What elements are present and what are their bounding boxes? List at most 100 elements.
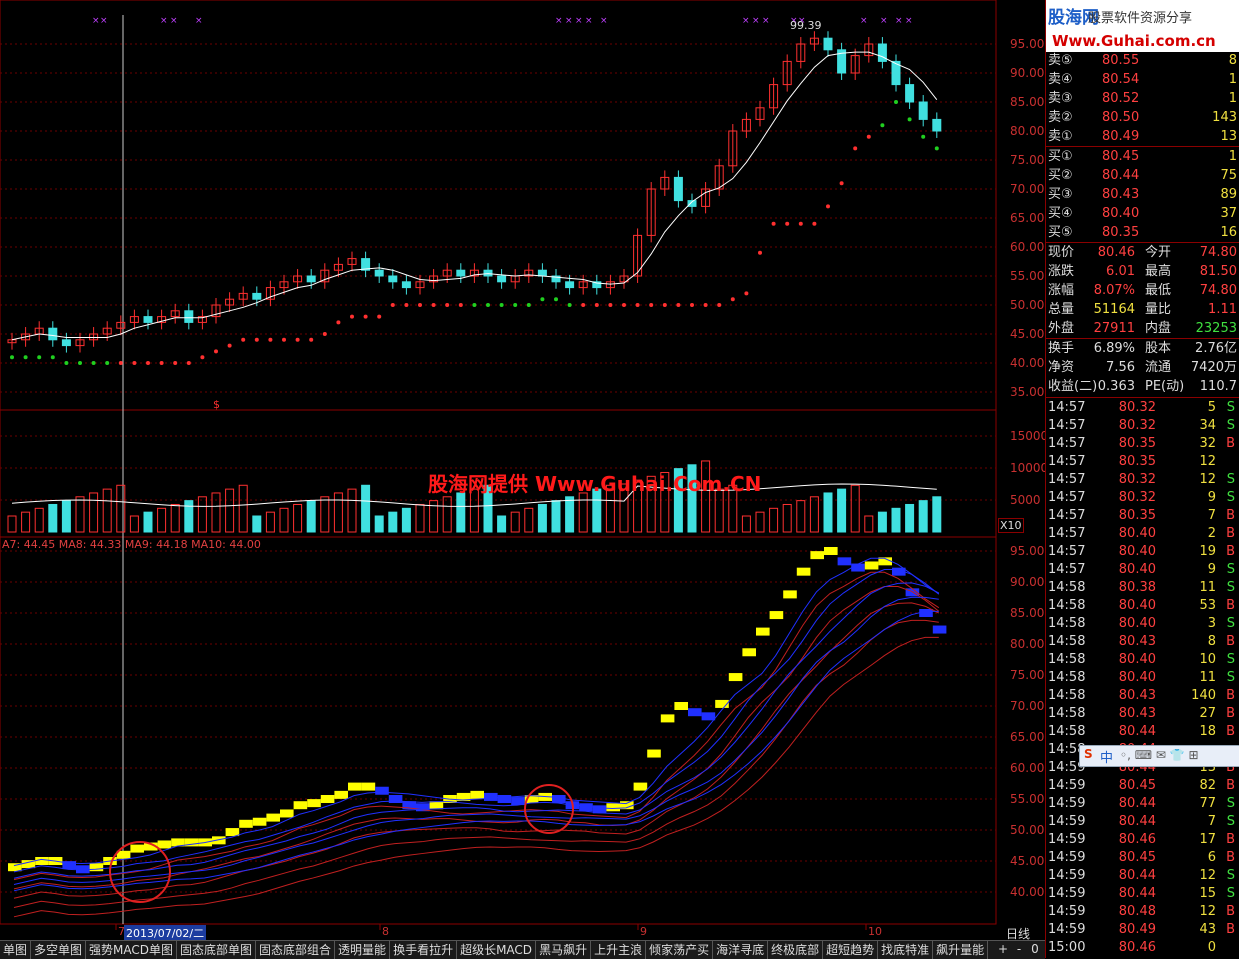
tick-row[interactable]: 14:57 80.40 9 S xyxy=(1046,561,1239,579)
site-logo[interactable]: 股海网 股票软件资源分享 Www.Guhai.com.cn xyxy=(1046,0,1239,52)
price-panel-frame xyxy=(0,0,997,411)
indicator-tab[interactable]: 单图 xyxy=(0,941,32,959)
volume-bar xyxy=(347,488,357,533)
indicator-tab[interactable]: 透明量能 xyxy=(335,941,391,959)
indicator-tab[interactable]: 海洋寻底 xyxy=(713,941,769,959)
indicator-tab[interactable]: 固态底部组合 xyxy=(256,941,336,959)
indicator-tab[interactable]: 上升主浪 xyxy=(591,941,647,959)
trend-step-down xyxy=(701,712,716,721)
tick-row[interactable]: 14:59 80.46 17 B xyxy=(1046,831,1239,849)
lower-band-line xyxy=(13,619,939,908)
tick-price: 80.40 xyxy=(1118,562,1156,577)
fund-value: 6.89% xyxy=(1093,341,1135,356)
stat-row[interactable]: 总量 51164 量比 1.11 xyxy=(1046,301,1239,319)
stat-row[interactable]: 涨幅 8.07% 最低 74.80 xyxy=(1046,282,1239,300)
tick-row[interactable]: 14:58 80.40 10 S xyxy=(1046,651,1239,669)
indicator-tab[interactable]: 超短趋势 xyxy=(823,941,879,959)
indicator-tab[interactable]: 找底特准 xyxy=(878,941,934,959)
tick-side: S xyxy=(1226,868,1235,883)
sell-row[interactable]: 卖③ 80.52 1 xyxy=(1046,90,1239,108)
sell-row[interactable]: 卖④ 80.54 1 xyxy=(1046,71,1239,89)
tick-row[interactable]: 14:58 80.40 3 S xyxy=(1046,615,1239,633)
tick-row[interactable]: 14:59 80.49 43 B xyxy=(1046,921,1239,939)
tick-row[interactable]: 14:57 80.32 12 S xyxy=(1046,471,1239,489)
fund-row[interactable]: 收益(二) 0.363 PE(动) 110.7 xyxy=(1046,378,1239,396)
trend-step-up xyxy=(225,828,240,837)
tick-row[interactable]: 14:57 80.32 9 S xyxy=(1046,489,1239,507)
tick-row[interactable]: 14:58 80.40 53 B xyxy=(1046,597,1239,615)
tick-time: 14:58 xyxy=(1048,598,1086,613)
ime-mode-label[interactable]: 中 xyxy=(1100,747,1113,766)
buy-row[interactable]: 买④ 80.40 37 xyxy=(1046,205,1239,223)
stat-row[interactable]: 涨跌 6.01 最高 81.50 xyxy=(1046,263,1239,281)
trend-step-down xyxy=(688,708,702,717)
volume-bar xyxy=(374,515,384,533)
tick-row[interactable]: 14:59 80.44 15 S xyxy=(1046,885,1239,903)
tick-row[interactable]: 14:58 80.43 8 B xyxy=(1046,633,1239,651)
tick-row[interactable]: 14:59 80.44 7 S xyxy=(1046,813,1239,831)
stat-key-2: 内盘 xyxy=(1145,321,1172,336)
tick-row[interactable]: 14:57 80.35 7 B xyxy=(1046,507,1239,525)
indicator-tab[interactable]: 固态底部单图 xyxy=(177,941,257,959)
ime-tools-icon[interactable]: ◦, ⌨ ✉ 👕 ⊞ xyxy=(1120,748,1199,762)
volume-bar xyxy=(89,492,99,533)
indicator-tab-bar: 单图 多空单图 强势MACD单图 固态底部单图 固态底部组合 透明量能 换手看拉升 超级长MA… xyxy=(0,940,1045,959)
fund-row[interactable]: 换手 6.89% 股本 2.76亿 xyxy=(1046,340,1239,358)
indicator-tab[interactable]: 飙升量能 xyxy=(933,941,989,959)
buy-row[interactable]: 买② 80.44 75 xyxy=(1046,167,1239,185)
tick-row[interactable]: 14:57 80.32 34 S xyxy=(1046,417,1239,435)
volume-bar xyxy=(143,511,153,533)
tick-row[interactable]: 14:57 80.40 2 B xyxy=(1046,525,1239,543)
stat-row[interactable]: 现价 80.46 今开 74.80 xyxy=(1046,244,1239,262)
support-dot-red xyxy=(730,297,735,302)
tick-row[interactable]: 14:58 80.43 27 B xyxy=(1046,705,1239,723)
tick-row[interactable]: 14:58 80.43 140 B xyxy=(1046,687,1239,705)
tick-row[interactable]: 14:57 80.40 19 B xyxy=(1046,543,1239,561)
tab-control-button[interactable]: - xyxy=(1011,941,1027,958)
tick-row[interactable]: 14:59 80.44 12 S xyxy=(1046,867,1239,885)
volume-bar xyxy=(293,503,303,533)
price-axis-label: 80.00 xyxy=(1010,124,1045,138)
trend-step-up xyxy=(334,790,348,799)
stat-value-2: 74.80 xyxy=(1199,245,1237,260)
stat-key-2: 最低 xyxy=(1145,283,1172,298)
tick-row[interactable]: 14:58 80.44 18 B xyxy=(1046,723,1239,741)
tick-row[interactable]: 14:59 80.45 6 B xyxy=(1046,849,1239,867)
tick-side: B xyxy=(1226,850,1235,865)
tab-control-button[interactable]: + xyxy=(995,941,1011,958)
indicator-axis-label: 65.00 xyxy=(1010,730,1045,744)
buy-level-label: 买③ xyxy=(1048,187,1073,202)
fund-row[interactable]: 净资 7.56 流通 7420万 xyxy=(1046,359,1239,377)
buy-row[interactable]: 买⑤ 80.35 16 xyxy=(1046,224,1239,242)
indicator-tab[interactable]: 强势MACD单图 xyxy=(86,941,178,959)
indicator-tab[interactable]: 黑马飙升 xyxy=(536,941,592,959)
indicator-tab[interactable]: 换手看拉升 xyxy=(390,941,458,959)
signal-marker: × xyxy=(92,16,100,26)
buy-row[interactable]: 买③ 80.43 89 xyxy=(1046,186,1239,204)
ime-toolbar[interactable]: S 中 ◦, ⌨ ✉ 👕 ⊞ xyxy=(1079,745,1239,767)
indicator-tab[interactable]: 多空单图 xyxy=(31,941,87,959)
tick-side: B xyxy=(1226,922,1235,937)
tick-row[interactable]: 14:58 80.38 11 S xyxy=(1046,579,1239,597)
tick-row[interactable]: 15:00 80.46 0 xyxy=(1046,939,1239,957)
tab-control-button[interactable]: 0 xyxy=(1027,941,1043,958)
tick-price: 80.49 xyxy=(1118,922,1156,937)
tick-row[interactable]: 14:57 80.35 32 B xyxy=(1046,435,1239,453)
volume-bar xyxy=(48,503,58,533)
sell-row[interactable]: 卖② 80.50 143 xyxy=(1046,109,1239,127)
tick-row[interactable]: 14:59 80.44 77 S xyxy=(1046,795,1239,813)
tick-row[interactable]: 14:57 80.32 5 S xyxy=(1046,399,1239,417)
buy-row[interactable]: 买① 80.45 1 xyxy=(1046,148,1239,166)
sell-row[interactable]: 卖① 80.49 13 xyxy=(1046,128,1239,146)
support-dot-green xyxy=(894,100,898,104)
stat-row[interactable]: 外盘 27911 内盘 23253 xyxy=(1046,320,1239,338)
sell-row[interactable]: 卖⑤ 80.55 8 xyxy=(1046,52,1239,70)
tick-row[interactable]: 14:58 80.40 11 S xyxy=(1046,669,1239,687)
indicator-tab[interactable]: 终极底部 xyxy=(768,941,824,959)
indicator-tab[interactable]: 倾家荡产买 xyxy=(646,941,714,959)
tick-row[interactable]: 14:57 80.35 12 xyxy=(1046,453,1239,471)
tick-row[interactable]: 14:59 80.48 12 B xyxy=(1046,903,1239,921)
tick-price: 80.40 xyxy=(1118,670,1156,685)
indicator-tab[interactable]: 超级长MACD xyxy=(457,941,537,959)
tick-row[interactable]: 14:59 80.45 82 B xyxy=(1046,777,1239,795)
